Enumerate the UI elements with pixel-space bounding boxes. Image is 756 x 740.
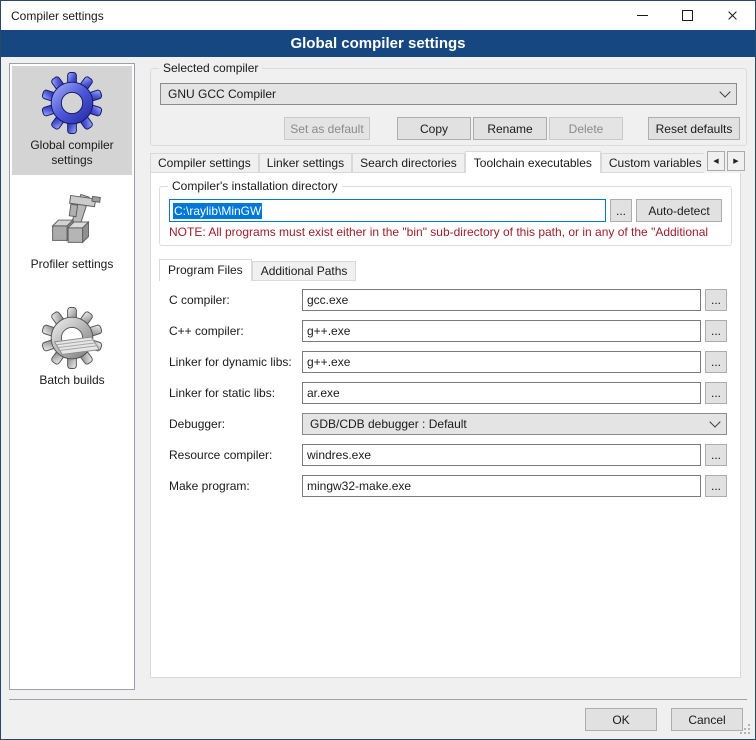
directory-note-text: NOTE: All programs must exist either in … (169, 225, 729, 239)
ok-button[interactable]: OK (585, 708, 657, 731)
window-title: Compiler settings (1, 9, 104, 23)
window-controls (620, 1, 755, 30)
arrow-right-icon: ▶ (733, 157, 738, 165)
debugger-select-value: GDB/CDB debugger : Default (310, 417, 467, 431)
installation-directory-input[interactable]: C:\raylib\MinGW (169, 199, 606, 222)
close-button[interactable] (710, 1, 755, 30)
titlebar: Compiler settings (1, 1, 755, 30)
chevron-down-icon (719, 86, 730, 97)
tab-toolchain-executables[interactable]: Toolchain executables (465, 151, 601, 173)
minimize-icon (637, 15, 648, 16)
field-row-cpp-compiler: C++ compiler: g++.exe ... (169, 320, 727, 342)
make-program-browse-button[interactable]: ... (705, 475, 727, 497)
tab-scroll-left-button[interactable]: ◀ (707, 151, 725, 171)
set-as-default-button[interactable]: Set as default (284, 117, 370, 140)
c-compiler-input[interactable]: gcc.exe (302, 289, 701, 311)
tab-linker-settings[interactable]: Linker settings (259, 153, 352, 173)
compiler-select-value: GNU GCC Compiler (168, 87, 276, 101)
tab-scroll-buttons: ◀ ▶ (704, 151, 745, 173)
gray-gear-stack-icon (41, 307, 103, 369)
field-row-debugger: Debugger: GDB/CDB debugger : Default (169, 413, 727, 435)
field-label: Linker for dynamic libs: (169, 355, 302, 369)
close-icon (727, 10, 738, 21)
sidebar-item-profiler-settings[interactable]: Profiler settings (10, 183, 134, 279)
sidebar-item-label: Global compiler settings (12, 138, 132, 168)
field-value: gcc.exe (307, 293, 348, 307)
field-row-c-compiler: C compiler: gcc.exe ... (169, 289, 727, 311)
copy-button[interactable]: Copy (397, 117, 471, 140)
dialog-header-title: Global compiler settings (290, 35, 465, 52)
settings-tabs: Compiler settings Linker settings Search… (150, 150, 745, 173)
tab-search-directories[interactable]: Search directories (352, 153, 465, 173)
installation-directory-group-label: Compiler's installation directory (168, 179, 342, 194)
minimize-button[interactable] (620, 1, 665, 30)
field-row-dynamic-linker: Linker for dynamic libs: g++.exe ... (169, 351, 727, 373)
rename-button[interactable]: Rename (473, 117, 547, 140)
blue-gear-icon (41, 72, 103, 134)
cpp-compiler-browse-button[interactable]: ... (705, 320, 727, 342)
maximize-icon (682, 10, 693, 21)
tab-program-files[interactable]: Program Files (159, 259, 252, 281)
selected-compiler-group-label: Selected compiler (159, 61, 262, 76)
dynamic-linker-input[interactable]: g++.exe (302, 351, 701, 373)
resize-grip[interactable] (748, 732, 750, 734)
toolchain-executables-page: Compiler's installation directory C:\ray… (150, 172, 741, 678)
field-value: windres.exe (307, 448, 371, 462)
field-label: C compiler: (169, 293, 302, 307)
compiler-buttons-row: Set as default Copy Rename Delete Reset … (151, 117, 746, 140)
settings-category-list: Global compiler settings (9, 63, 135, 690)
c-compiler-browse-button[interactable]: ... (705, 289, 727, 311)
field-value: g++.exe (307, 355, 350, 369)
field-label: Debugger: (169, 417, 302, 431)
field-label: Resource compiler: (169, 448, 302, 462)
field-label: Linker for static libs: (169, 386, 302, 400)
field-row-resource-compiler: Resource compiler: windres.exe ... (169, 444, 727, 466)
sidebar-item-global-compiler-settings[interactable]: Global compiler settings (12, 66, 132, 175)
field-value: ar.exe (307, 386, 340, 400)
selected-compiler-group: Selected compiler GNU GCC Compiler Set a… (150, 68, 747, 146)
field-value: g++.exe (307, 324, 350, 338)
field-label: C++ compiler: (169, 324, 302, 338)
debugger-select[interactable]: GDB/CDB debugger : Default (302, 413, 727, 435)
installation-directory-selected-text: C:\raylib\MinGW (173, 203, 262, 219)
directory-browse-button[interactable]: ... (610, 199, 632, 222)
installation-directory-group: Compiler's installation directory C:\ray… (159, 186, 732, 246)
field-label: Make program: (169, 479, 302, 493)
program-fields: C compiler: gcc.exe ... C++ compiler: g+… (169, 289, 727, 506)
caliper-icon (41, 191, 103, 253)
dialog-body: Global compiler settings (1, 57, 755, 739)
delete-button[interactable]: Delete (549, 117, 623, 140)
dialog-header: Global compiler settings (1, 30, 755, 57)
resource-compiler-browse-button[interactable]: ... (705, 444, 727, 466)
installation-directory-row: C:\raylib\MinGW ... Auto-detect (169, 199, 722, 222)
sidebar-item-label: Profiler settings (12, 257, 132, 272)
compiler-select[interactable]: GNU GCC Compiler (160, 83, 737, 105)
field-value: mingw32-make.exe (307, 479, 411, 493)
program-tabs: Program Files Additional Paths (159, 259, 356, 281)
tab-custom-variables[interactable]: Custom variables (601, 153, 710, 173)
sidebar-item-label: Batch builds (12, 373, 132, 388)
auto-detect-button[interactable]: Auto-detect (636, 199, 722, 222)
tab-scroll-right-button[interactable]: ▶ (727, 151, 745, 171)
field-row-static-linker: Linker for static libs: ar.exe ... (169, 382, 727, 404)
chevron-down-icon (709, 416, 720, 427)
static-linker-input[interactable]: ar.exe (302, 382, 701, 404)
maximize-button[interactable] (665, 1, 710, 30)
field-row-make-program: Make program: mingw32-make.exe ... (169, 475, 727, 497)
tab-compiler-settings[interactable]: Compiler settings (150, 153, 259, 173)
reset-defaults-button[interactable]: Reset defaults (648, 117, 740, 140)
sidebar-item-batch-builds[interactable]: Batch builds (10, 299, 134, 395)
cpp-compiler-input[interactable]: g++.exe (302, 320, 701, 342)
static-linker-browse-button[interactable]: ... (705, 382, 727, 404)
tab-additional-paths[interactable]: Additional Paths (252, 261, 357, 281)
footer-separator (9, 699, 747, 700)
dynamic-linker-browse-button[interactable]: ... (705, 351, 727, 373)
cancel-button[interactable]: Cancel (671, 708, 743, 731)
arrow-left-icon: ◀ (713, 157, 718, 165)
make-program-input[interactable]: mingw32-make.exe (302, 475, 701, 497)
resource-compiler-input[interactable]: windres.exe (302, 444, 701, 466)
compiler-settings-dialog: { "window": { "title": "Compiler setting… (0, 0, 756, 740)
